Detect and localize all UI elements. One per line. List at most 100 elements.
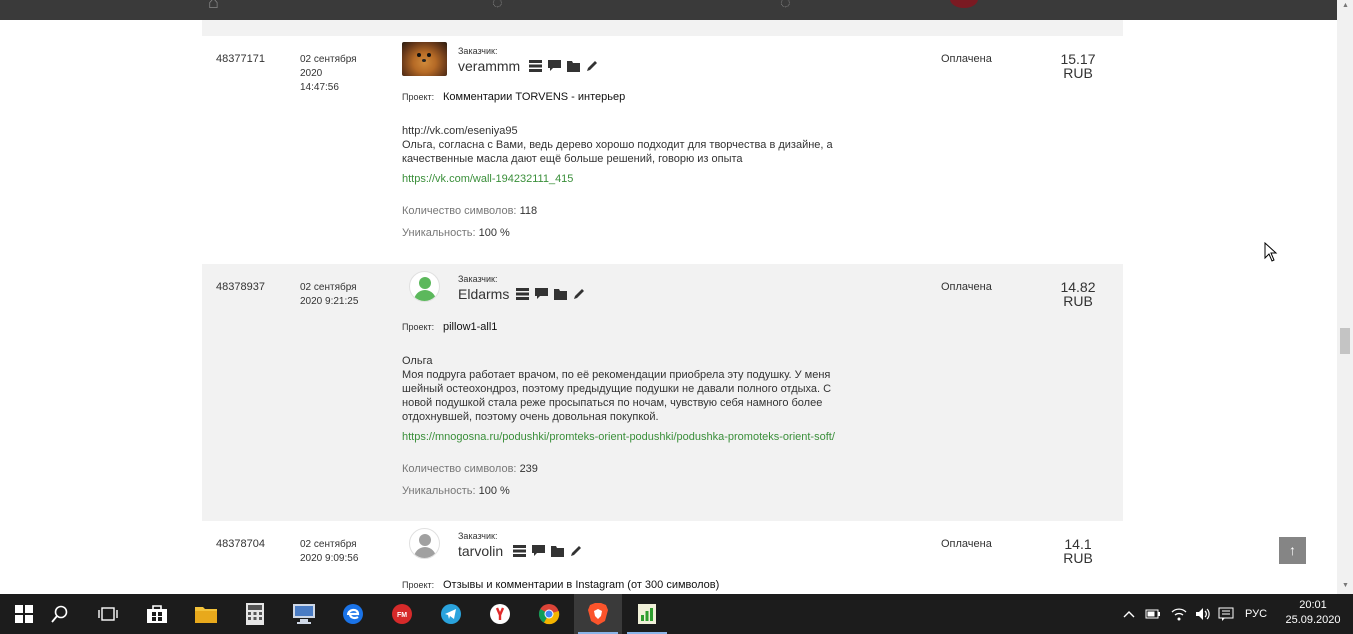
battery-icon[interactable] [1142, 594, 1164, 634]
pencil-icon[interactable] [570, 545, 583, 557]
taskbar-yandex[interactable] [476, 594, 524, 634]
taskbar-store[interactable] [133, 594, 181, 634]
price-currency: RUB [1063, 65, 1093, 81]
clock-date: 25.09.2020 [1285, 614, 1341, 626]
windows-taskbar: FM РУС 20:01 25.09.2020 [0, 594, 1353, 634]
customer-name[interactable]: tarvolin [458, 543, 503, 559]
browser-viewport: ⌂ ◌ ◌ 48377171 02 сентября 2020 14:47:56… [0, 0, 1337, 594]
order-id: 48377171 [216, 53, 265, 65]
comment-line: http://vk.com/eseniya95 [402, 125, 518, 137]
wifi-icon[interactable] [1168, 594, 1190, 634]
brave-lion-icon [588, 603, 608, 625]
customer-avatar[interactable] [402, 528, 447, 562]
project-name[interactable]: Отзывы и комментарии в Instagram (от 300… [443, 579, 719, 591]
folder-icon[interactable] [567, 60, 580, 72]
svg-text:FM: FM [397, 612, 407, 619]
order-id: 48378937 [216, 281, 265, 293]
folder-icon[interactable] [554, 288, 567, 300]
uniqueness: Уникальность: 100 % [402, 485, 510, 497]
customer-name[interactable]: Eldarms [458, 286, 509, 302]
project-name[interactable]: pillow1-all1 [443, 321, 497, 333]
taskbar-edge[interactable] [329, 594, 377, 634]
notification-icon[interactable] [1214, 594, 1238, 634]
pencil-icon[interactable] [573, 288, 586, 300]
user-avatar[interactable] [950, 0, 978, 8]
customer-avatar[interactable] [402, 42, 447, 76]
taskbar-notepad-app[interactable] [623, 594, 671, 634]
taskbar-network-app[interactable] [280, 594, 328, 634]
taskbar-telegram[interactable] [427, 594, 475, 634]
customer-name[interactable]: verammm [458, 58, 520, 74]
globe-icon: ◌ [492, 0, 503, 12]
logo-icon: ⌂ [208, 0, 219, 12]
order-price: 14.1 RUB [1042, 537, 1114, 565]
order-date-day: 02 сентября [300, 282, 357, 293]
list-icon[interactable] [513, 545, 526, 557]
table-row-top-edge [202, 20, 1123, 36]
chrome-icon [538, 604, 560, 625]
comment-text: Ольга Моя подруга работает врачом, по её… [402, 354, 892, 424]
status-badge: Оплачена [941, 538, 992, 550]
yandex-browser-icon [490, 604, 510, 624]
uniq-label: Уникальность: [402, 485, 476, 497]
volume-icon[interactable] [1192, 594, 1214, 634]
comment-link[interactable]: https://vk.com/wall-194232111_415 [402, 173, 573, 185]
list-icon[interactable] [516, 288, 529, 300]
order-date-time: 2020 9:09:56 [300, 553, 359, 564]
comment-line: Моя подруга работает врачом, по её реком… [402, 369, 831, 381]
status-badge: Оплачена [941, 281, 992, 293]
scrollbar-thumb[interactable] [1340, 328, 1350, 354]
taskbar-calculator[interactable] [231, 594, 279, 634]
chars-value: 239 [519, 463, 538, 475]
task-view-button[interactable] [84, 594, 132, 634]
system-clock[interactable]: 20:01 25.09.2020 [1278, 598, 1348, 628]
message-icon[interactable] [548, 60, 561, 72]
message-icon[interactable] [532, 545, 545, 557]
customer-tools [529, 60, 599, 72]
message-icon[interactable] [535, 288, 548, 300]
scroll-up-arrow-icon[interactable]: ▲ [1342, 2, 1349, 9]
telegram-icon [441, 604, 461, 624]
taskbar-file-explorer[interactable] [182, 594, 230, 634]
default-avatar-icon [409, 271, 440, 302]
tray-overflow-icon[interactable] [1118, 594, 1140, 634]
taskbar-fm-app[interactable]: FM [378, 594, 426, 634]
windows-logo-icon [15, 605, 33, 623]
task-view-icon [98, 607, 118, 621]
page-scrollbar[interactable] [1337, 0, 1353, 594]
uniq-label: Уникальность: [402, 227, 476, 239]
mouse-cursor-icon [1264, 242, 1278, 262]
fm-radio-icon: FM [392, 604, 412, 624]
project-label: Проект: [402, 92, 435, 102]
customer-label: Заказчик: [458, 274, 498, 284]
order-date-time: 2020 9:21:25 [300, 296, 359, 307]
input-language[interactable]: РУС [1240, 594, 1272, 634]
folder-icon[interactable] [551, 545, 564, 557]
order-price: 15.17 RUB [1042, 52, 1114, 80]
taskbar-chrome[interactable] [525, 594, 573, 634]
chars-label: Количество символов: [402, 463, 517, 475]
customer-avatar[interactable] [402, 271, 447, 305]
search-icon [51, 605, 68, 623]
price-value: 15.17 [1060, 51, 1096, 67]
comment-line: шейный остеохондроз, поэтому предыдущие … [402, 383, 832, 395]
project-name[interactable]: Комментарии TORVENS - интерьер [443, 91, 625, 103]
order-date-day: 02 сентября 2020 [300, 54, 357, 79]
customer-tools [513, 545, 583, 557]
price-currency: RUB [1063, 293, 1093, 309]
pencil-icon[interactable] [586, 60, 599, 72]
project-label: Проект: [402, 322, 435, 332]
uniq-value: 100 % [478, 485, 510, 497]
uniq-value: 100 % [478, 227, 510, 239]
search-button[interactable] [36, 594, 84, 634]
scroll-down-arrow-icon[interactable]: ▼ [1342, 582, 1349, 589]
order-date: 02 сентября 2020 9:09:56 [300, 538, 380, 566]
taskbar-brave[interactable] [574, 594, 622, 634]
chars-label: Количество символов: [402, 205, 517, 217]
customer-tools [516, 288, 586, 300]
list-icon[interactable] [529, 60, 542, 72]
store-icon [147, 605, 167, 623]
scroll-to-top-button[interactable]: ↑ [1279, 537, 1306, 564]
computer-icon [293, 604, 315, 624]
comment-link[interactable]: https://mnogosna.ru/podushki/promteks-or… [402, 431, 835, 443]
